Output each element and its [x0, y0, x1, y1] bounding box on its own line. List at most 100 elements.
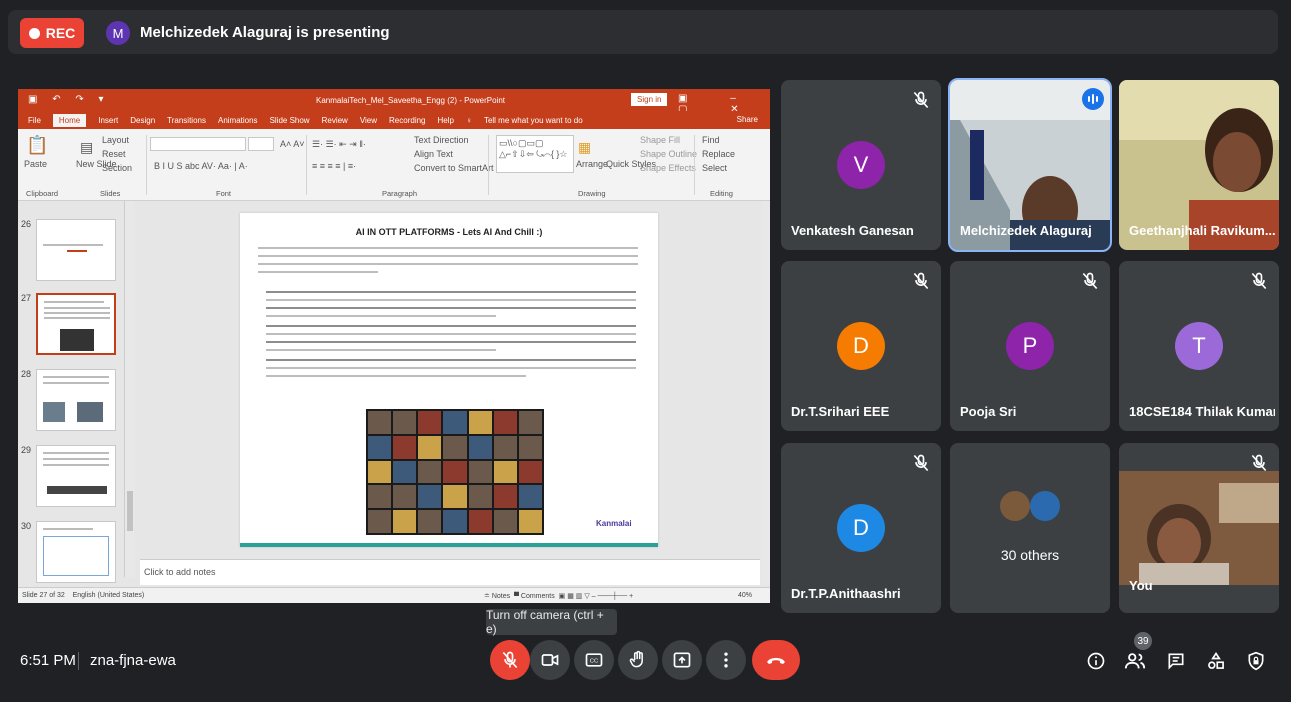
captions-button[interactable]: CC [574, 640, 614, 680]
self-tile[interactable]: You [1119, 443, 1279, 613]
raise-hand-button[interactable] [618, 640, 658, 680]
list-buttons[interactable]: ☰· ☰· ⇤ ⇥ ‖· [312, 139, 366, 150]
thumbnail-scrollbar[interactable] [124, 201, 134, 577]
participant-tile[interactable]: T 18CSE184 Thilak Kumar [1119, 261, 1279, 431]
slide-editor[interactable]: AI IN OTT PLATFORMS - Lets AI And Chill … [140, 201, 760, 557]
host-controls-button[interactable] [1245, 650, 1267, 672]
align-buttons[interactable]: ≡ ≡ ≡ ≡ | ≡· [312, 161, 356, 171]
people-icon [1124, 653, 1146, 669]
arrange-icon[interactable]: ▦ [578, 139, 591, 156]
leave-call-button[interactable] [752, 640, 800, 680]
slide-thumbnail[interactable] [36, 445, 116, 507]
slide-thumbnail-pane: 26 27 28 29 30 [18, 201, 136, 583]
present-button[interactable] [662, 640, 702, 680]
tab-insert[interactable]: Insert [98, 116, 118, 125]
reset-button[interactable]: Reset [102, 149, 126, 159]
tab-slide-show[interactable]: Slide Show [270, 116, 310, 125]
activities-icon [1208, 651, 1224, 669]
text-direction-button[interactable]: Text Direction [414, 135, 469, 145]
mic-toggle-button[interactable] [490, 640, 530, 680]
quick-access-toolbar[interactable]: ▣ ↶ ↷ ▾ [28, 94, 110, 105]
mic-off-icon [913, 91, 929, 109]
replace-button[interactable]: Replace [702, 149, 735, 159]
camera-toggle-button[interactable] [530, 640, 570, 680]
paste-icon[interactable]: 📋 [26, 135, 48, 156]
font-size-box[interactable] [248, 137, 274, 151]
others-count-label: 30 others [1000, 547, 1060, 563]
arrange-label[interactable]: Arrange [576, 159, 608, 169]
ott-poster-image [366, 409, 544, 535]
group-drawing: Drawing [578, 189, 606, 198]
meeting-code[interactable]: zna-fjna-ewa [90, 652, 176, 669]
font-grow-icon[interactable]: A˄ A˅ [280, 139, 305, 149]
participant-tile[interactable]: P Pooja Sri [950, 261, 1110, 431]
meeting-details-button[interactable] [1085, 650, 1107, 672]
participant-tile-video[interactable]: Geethanjhali Ravikum... [1119, 80, 1279, 250]
paste-label[interactable]: Paste [24, 159, 47, 169]
participant-tile-video[interactable]: Melchizedek Alaguraj [948, 78, 1112, 252]
tab-help[interactable]: Help [438, 116, 454, 125]
shapes-gallery[interactable]: ▭\\○▢▭▢ △⌐⇧⇩⇦ ⤿⌒{ }☆ [496, 135, 574, 173]
kanmalai-logo: Kanmalai [596, 519, 632, 528]
font-name-box[interactable] [150, 137, 246, 151]
layout-button[interactable]: Layout [102, 135, 129, 145]
ppt-filename: KanmalaiTech_Mel_Saveetha_Engg (2) - Pow… [316, 96, 505, 105]
meet-window: REC M Melchizedek Alaguraj is presenting… [0, 0, 1291, 702]
participant-tile[interactable]: D Dr.T.Srihari EEE [781, 261, 941, 431]
tab-transitions[interactable]: Transitions [167, 116, 206, 125]
thumb-number: 28 [21, 369, 32, 379]
participant-avatar: D [837, 504, 885, 552]
people-count-badge: 39 [1134, 632, 1152, 650]
tell-me-search[interactable]: Tell me what you want to do [484, 116, 583, 125]
participant-avatar: D [837, 322, 885, 370]
align-text-button[interactable]: Align Text [414, 149, 453, 159]
zoom-level[interactable]: 40% [738, 592, 752, 599]
more-vert-icon [724, 652, 728, 668]
tab-animations[interactable]: Animations [218, 116, 258, 125]
convert-smartart-button[interactable]: Convert to SmartArt [414, 163, 494, 173]
shape-fill-button[interactable]: Shape Fill [640, 135, 680, 145]
tab-recording[interactable]: Recording [389, 116, 425, 125]
shape-outline-button[interactable]: Shape Outline [640, 149, 697, 159]
shared-screen[interactable]: ▣ ↶ ↷ ▾ KanmalaiTech_Mel_Saveetha_Engg (… [18, 89, 770, 603]
camera-icon [541, 654, 559, 666]
notes-pane[interactable]: Click to add notes [140, 559, 760, 585]
sign-in-button[interactable]: Sign in [631, 93, 668, 106]
section-button[interactable]: Section [102, 163, 132, 173]
slide-thumbnail[interactable] [36, 369, 116, 431]
shape-effects-button[interactable]: Shape Effects [640, 163, 696, 173]
others-tile[interactable]: 30 others [950, 443, 1110, 613]
mic-off-icon [1082, 272, 1098, 290]
tab-view[interactable]: View [360, 116, 377, 125]
editor-scrollbar[interactable] [762, 201, 770, 585]
record-dot-icon [28, 27, 40, 39]
slide-thumbnail[interactable] [36, 219, 116, 281]
people-button[interactable] [1124, 650, 1146, 672]
status-slide-count: Slide 27 of 32 English (United States) [22, 592, 145, 599]
rec-label: REC [45, 25, 76, 41]
slide-thumbnail-active[interactable] [36, 293, 116, 355]
status-notes-comments[interactable]: ≐ Notes ▀ Comments ▣ ▦ ▥ ▽ – ───┼── + [484, 592, 633, 600]
new-slide-icon[interactable]: ▤ [80, 139, 93, 156]
others-avatar [1030, 491, 1060, 521]
more-options-button[interactable] [706, 640, 746, 680]
participant-tile[interactable]: D Dr.T.P.Anithaashri [781, 443, 941, 613]
ribbon-separator [694, 135, 695, 195]
current-slide[interactable]: AI IN OTT PLATFORMS - Lets AI And Chill … [240, 213, 658, 547]
tab-review[interactable]: Review [322, 116, 348, 125]
presenting-banner: Melchizedek Alaguraj is presenting [140, 24, 390, 41]
chat-button[interactable] [1165, 650, 1187, 672]
participant-tile[interactable]: V Venkatesh Ganesan [781, 80, 941, 250]
activities-button[interactable] [1205, 650, 1227, 672]
select-button[interactable]: Select [702, 163, 727, 173]
tab-file[interactable]: File [28, 116, 41, 125]
font-style-buttons[interactable]: B I U S abc AV· Aa· | A· [154, 161, 248, 171]
tab-design[interactable]: Design [130, 116, 155, 125]
slide-thumbnail[interactable] [36, 521, 116, 583]
share-button[interactable]: Share [737, 115, 758, 124]
ribbon-separator [488, 135, 489, 195]
find-button[interactable]: Find [702, 135, 720, 145]
recording-badge[interactable]: REC [20, 18, 84, 48]
tab-home[interactable]: Home [52, 113, 87, 127]
thumb-number: 29 [21, 445, 32, 455]
